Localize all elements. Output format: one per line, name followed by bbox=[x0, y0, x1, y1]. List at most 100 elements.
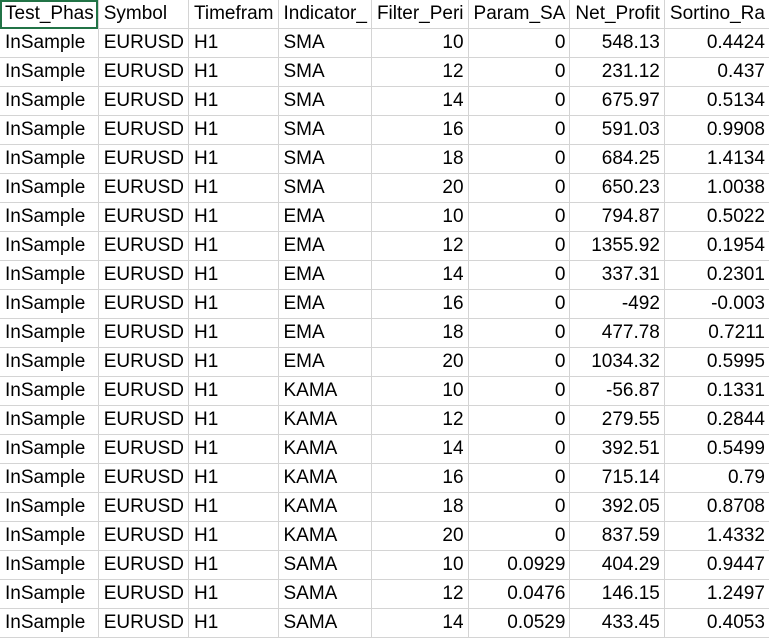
cell-sortino-ratio[interactable]: 0.9908 bbox=[664, 115, 769, 145]
cell-indicator[interactable]: SMA bbox=[278, 144, 372, 174]
cell-symbol[interactable]: EURUSD bbox=[98, 318, 189, 348]
cell-net-profit[interactable]: 433.45 bbox=[569, 608, 665, 638]
cell-test-phase[interactable]: InSample bbox=[0, 86, 99, 116]
cell-symbol[interactable]: EURUSD bbox=[98, 608, 189, 638]
cell-symbol[interactable]: EURUSD bbox=[98, 434, 189, 464]
cell-symbol[interactable]: EURUSD bbox=[98, 173, 189, 203]
cell-indicator[interactable]: KAMA bbox=[278, 463, 372, 493]
cell-indicator[interactable]: EMA bbox=[278, 231, 372, 261]
cell-test-phase[interactable]: InSample bbox=[0, 521, 99, 551]
cell-indicator[interactable]: SMA bbox=[278, 115, 372, 145]
cell-filter-period[interactable]: 16 bbox=[371, 289, 469, 319]
cell-net-profit[interactable]: 337.31 bbox=[569, 260, 665, 290]
cell-indicator[interactable]: SMA bbox=[278, 28, 372, 58]
cell-param-sa[interactable]: 0.0929 bbox=[468, 550, 571, 580]
cell-timeframe[interactable]: H1 bbox=[188, 405, 279, 435]
cell-sortino-ratio[interactable]: 0.2844 bbox=[664, 405, 769, 435]
cell-symbol[interactable]: EURUSD bbox=[98, 579, 189, 609]
cell-test-phase[interactable]: InSample bbox=[0, 260, 99, 290]
cell-net-profit[interactable]: -492 bbox=[569, 289, 665, 319]
cell-symbol[interactable]: EURUSD bbox=[98, 550, 189, 580]
cell-sortino-ratio[interactable]: 0.5499 bbox=[664, 434, 769, 464]
cell-filter-period[interactable]: 18 bbox=[371, 318, 469, 348]
header-cell-filter-period[interactable]: Filter_Peri bbox=[371, 0, 469, 29]
cell-indicator[interactable]: KAMA bbox=[278, 492, 372, 522]
cell-filter-period[interactable]: 10 bbox=[371, 202, 469, 232]
cell-net-profit[interactable]: 392.05 bbox=[569, 492, 665, 522]
cell-timeframe[interactable]: H1 bbox=[188, 463, 279, 493]
cell-timeframe[interactable]: H1 bbox=[188, 57, 279, 87]
cell-symbol[interactable]: EURUSD bbox=[98, 57, 189, 87]
cell-filter-period[interactable]: 16 bbox=[371, 463, 469, 493]
cell-symbol[interactable]: EURUSD bbox=[98, 144, 189, 174]
header-cell-param-sa[interactable]: Param_SA bbox=[468, 0, 571, 29]
cell-indicator[interactable]: KAMA bbox=[278, 376, 372, 406]
cell-symbol[interactable]: EURUSD bbox=[98, 28, 189, 58]
cell-test-phase[interactable]: InSample bbox=[0, 289, 99, 319]
cell-sortino-ratio[interactable]: 0.437 bbox=[664, 57, 769, 87]
cell-timeframe[interactable]: H1 bbox=[188, 115, 279, 145]
cell-net-profit[interactable]: 146.15 bbox=[569, 579, 665, 609]
cell-param-sa[interactable]: 0 bbox=[468, 202, 571, 232]
cell-sortino-ratio[interactable]: 0.5134 bbox=[664, 86, 769, 116]
cell-symbol[interactable]: EURUSD bbox=[98, 260, 189, 290]
cell-timeframe[interactable]: H1 bbox=[188, 347, 279, 377]
cell-filter-period[interactable]: 14 bbox=[371, 86, 469, 116]
header-cell-timeframe[interactable]: Timefram bbox=[188, 0, 279, 29]
cell-test-phase[interactable]: InSample bbox=[0, 347, 99, 377]
cell-sortino-ratio[interactable]: 0.1954 bbox=[664, 231, 769, 261]
cell-indicator[interactable]: SMA bbox=[278, 173, 372, 203]
cell-symbol[interactable]: EURUSD bbox=[98, 86, 189, 116]
cell-timeframe[interactable]: H1 bbox=[188, 550, 279, 580]
cell-symbol[interactable]: EURUSD bbox=[98, 231, 189, 261]
cell-filter-period[interactable]: 20 bbox=[371, 173, 469, 203]
cell-net-profit[interactable]: 231.12 bbox=[569, 57, 665, 87]
cell-sortino-ratio[interactable]: 0.9447 bbox=[664, 550, 769, 580]
cell-timeframe[interactable]: H1 bbox=[188, 144, 279, 174]
cell-test-phase[interactable]: InSample bbox=[0, 434, 99, 464]
cell-param-sa[interactable]: 0 bbox=[468, 376, 571, 406]
cell-test-phase[interactable]: InSample bbox=[0, 318, 99, 348]
cell-param-sa[interactable]: 0 bbox=[468, 144, 571, 174]
cell-timeframe[interactable]: H1 bbox=[188, 318, 279, 348]
cell-test-phase[interactable]: InSample bbox=[0, 608, 99, 638]
cell-indicator[interactable]: EMA bbox=[278, 347, 372, 377]
cell-timeframe[interactable]: H1 bbox=[188, 434, 279, 464]
cell-symbol[interactable]: EURUSD bbox=[98, 463, 189, 493]
cell-sortino-ratio[interactable]: 0.2301 bbox=[664, 260, 769, 290]
cell-timeframe[interactable]: H1 bbox=[188, 202, 279, 232]
cell-test-phase[interactable]: InSample bbox=[0, 28, 99, 58]
cell-filter-period[interactable]: 14 bbox=[371, 260, 469, 290]
cell-filter-period[interactable]: 10 bbox=[371, 550, 469, 580]
cell-sortino-ratio[interactable]: 0.8708 bbox=[664, 492, 769, 522]
cell-test-phase[interactable]: InSample bbox=[0, 57, 99, 87]
cell-net-profit[interactable]: 675.97 bbox=[569, 86, 665, 116]
cell-net-profit[interactable]: 650.23 bbox=[569, 173, 665, 203]
cell-indicator[interactable]: SAMA bbox=[278, 550, 372, 580]
header-cell-net-profit[interactable]: Net_Profit bbox=[569, 0, 665, 29]
cell-net-profit[interactable]: 404.29 bbox=[569, 550, 665, 580]
cell-timeframe[interactable]: H1 bbox=[188, 260, 279, 290]
cell-timeframe[interactable]: H1 bbox=[188, 289, 279, 319]
cell-timeframe[interactable]: H1 bbox=[188, 86, 279, 116]
cell-symbol[interactable]: EURUSD bbox=[98, 376, 189, 406]
cell-sortino-ratio[interactable]: 0.4053 bbox=[664, 608, 769, 638]
cell-param-sa[interactable]: 0.0476 bbox=[468, 579, 571, 609]
cell-param-sa[interactable]: 0 bbox=[468, 28, 571, 58]
cell-timeframe[interactable]: H1 bbox=[188, 492, 279, 522]
cell-filter-period[interactable]: 10 bbox=[371, 28, 469, 58]
cell-net-profit[interactable]: 477.78 bbox=[569, 318, 665, 348]
cell-param-sa[interactable]: 0 bbox=[468, 289, 571, 319]
cell-filter-period[interactable]: 18 bbox=[371, 492, 469, 522]
cell-indicator[interactable]: KAMA bbox=[278, 521, 372, 551]
cell-param-sa[interactable]: 0 bbox=[468, 173, 571, 203]
cell-sortino-ratio[interactable]: 0.4424 bbox=[664, 28, 769, 58]
header-cell-test-phase[interactable]: Test_Phas bbox=[0, 0, 99, 29]
cell-timeframe[interactable]: H1 bbox=[188, 376, 279, 406]
cell-timeframe[interactable]: H1 bbox=[188, 579, 279, 609]
cell-test-phase[interactable]: InSample bbox=[0, 173, 99, 203]
cell-symbol[interactable]: EURUSD bbox=[98, 202, 189, 232]
cell-indicator[interactable]: SMA bbox=[278, 86, 372, 116]
cell-sortino-ratio[interactable]: 1.4134 bbox=[664, 144, 769, 174]
cell-test-phase[interactable]: InSample bbox=[0, 405, 99, 435]
